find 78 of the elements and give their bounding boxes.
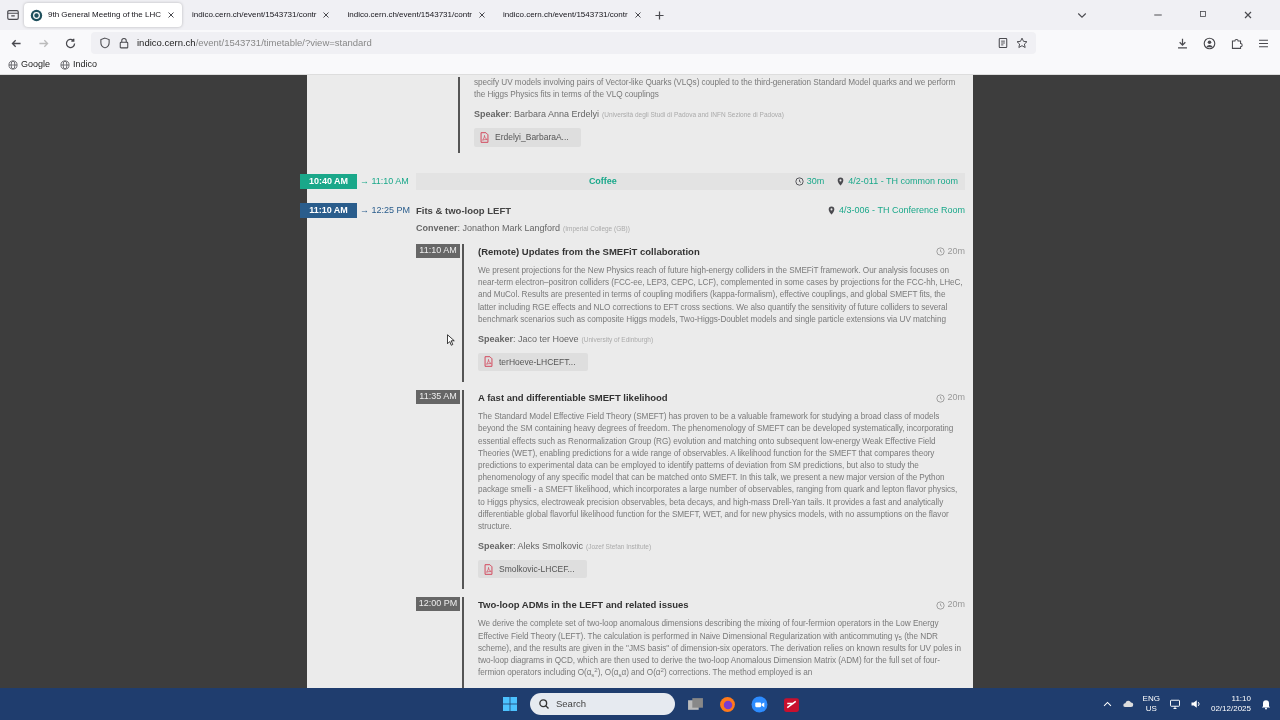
break-title: Coffee xyxy=(587,175,618,189)
bookmark-link[interactable]: Indico xyxy=(60,58,98,72)
bookmark-star-icon[interactable] xyxy=(1016,37,1028,49)
contribution-title-link[interactable]: Two-loop ADMs in the LEFT and related issues xyxy=(478,598,689,613)
speaker-text: Speaker: Aleks Smolkovic xyxy=(478,540,584,554)
bookmark-link[interactable]: Google xyxy=(8,58,51,72)
clock-icon xyxy=(936,600,946,610)
session-title: Fits & two-loop LEFT xyxy=(416,203,512,218)
mouse-cursor-icon xyxy=(446,334,458,346)
pdf-file-icon xyxy=(479,131,490,143)
close-tab-icon[interactable] xyxy=(632,10,643,20)
volume-icon[interactable] xyxy=(1189,698,1202,710)
pdf-app-icon[interactable] xyxy=(782,695,800,713)
location-pin-icon xyxy=(836,177,846,187)
browser-tab[interactable]: indico.cern.ch/event/1543731/contr xyxy=(341,3,493,27)
location-text: 4/2-011 - TH common room xyxy=(848,175,958,189)
taskbar-search-field[interactable]: Search xyxy=(530,693,675,715)
lock-icon[interactable] xyxy=(118,37,130,49)
speaker-text: Convener: Jonathon Mark Langford xyxy=(416,222,561,236)
address-bar[interactable]: indico.cern.ch/event/1543731/timetable/?view=standard xyxy=(91,32,1036,54)
end-time-text: → 12:25 PM xyxy=(360,204,411,218)
search-icon xyxy=(538,698,550,710)
description-text: We present projections for the New Physics reach of future high-energy colliders in the SMEFiT framework. Our analysis focuses on near-term electron–positron colliders (FCC-ee, LEP3, CEPC, LCF), complemented in some cases by projections for the FCC-hh, LHeC, and MuCol. Results are presented in terms of coupling modifiers (kappa-formalism), effective couplings, and global SMEFT fits, the latter including RGE effects and NLO corrections to EFT cross sections. We also quantify the sensitivity of future colliders to several benchmark scenarios such as composite Higgs models, Two-Higgs-Doublet models and single particle extensions via UV matching xyxy=(478,265,964,326)
contribution-title-link[interactable]: A fast and differentiable SMEFT likelihood xyxy=(478,390,668,406)
close-window-icon[interactable] xyxy=(1242,9,1254,21)
clock-icon xyxy=(794,177,804,187)
description-text: We derive the complete set of two-loop anomalous dimensions describing the mixing of four-fermion operators in the Low Energy Effective Field Theory (LEFT). The calculation is performed in Naive Dimensional Regularization with anticommuting γ$_{5}$ (the NDR scheme), and the results are given in the "JMS basis" of dimension-six operators. The derivation relies on known results for UV poles in two-loop diagrams in QCD, which are then used to derive the two-loop Anomalous Dimension Matrix (ADM) for the full set of four-fermion operators including O(α$_{s}$$^{2}$), O(α$_{s}$α) and O(α$^{2}$) corrections. The method employed is an xyxy=(478,618,963,680)
attachment-link[interactable]: Smolkovic-LHCEF... xyxy=(478,559,587,579)
close-tab-icon[interactable] xyxy=(321,10,332,20)
site-favicon-icon xyxy=(30,8,43,22)
attachment-link[interactable]: terHoeve-LHCEFT... xyxy=(478,352,588,372)
browser-tab[interactable]: indico.cern.ch/event/1543731/contr xyxy=(185,3,338,27)
speaker-text: Speaker: Barbara Anna Erdelyi xyxy=(474,108,600,122)
globe-icon xyxy=(60,60,71,70)
language-indicator[interactable]: ENG US xyxy=(1142,694,1160,714)
time-label: 11:10 AM xyxy=(416,243,460,258)
location-text: 4/3-006 - TH Conference Room xyxy=(839,204,965,218)
start-time-label: 11:10 AM xyxy=(300,203,357,219)
globe-icon xyxy=(8,60,18,70)
duration-text: 20m xyxy=(947,245,965,259)
tab-list-icon[interactable] xyxy=(6,8,20,22)
network-icon[interactable] xyxy=(1168,698,1181,710)
description-text: specify UV models involving pairs of Vector-like Quarks (VLQs) coupled to the third-generation Standard Model quarks and we perform the Higgs Physics fits in terms of the VLQ couplings xyxy=(474,77,957,102)
task-view-icon[interactable] xyxy=(686,695,704,713)
browser-tab[interactable]: 9th General Meeting of the LHC xyxy=(24,3,182,27)
speaker-text: Speaker: Jaco ter Hoeve xyxy=(478,333,579,347)
location-pin-icon xyxy=(827,206,837,216)
pdf-file-icon xyxy=(483,356,494,368)
reload-icon[interactable] xyxy=(64,36,77,50)
cloud-icon[interactable] xyxy=(1121,698,1134,710)
account-icon[interactable] xyxy=(1203,36,1216,50)
download-icon[interactable] xyxy=(1176,36,1189,50)
clock-icon xyxy=(936,247,946,257)
duration-text: 20m xyxy=(947,391,965,405)
end-time-text: → 11:10 AM xyxy=(360,175,409,189)
maximize-icon[interactable] xyxy=(1198,9,1208,19)
time-label: 11:35 AM xyxy=(416,389,460,404)
duration-text: 20m xyxy=(947,598,965,612)
description-text: The Standard Model Effective Field Theory (SMEFT) has proven to be a valuable framework for studying a broad class of models beyond the SM containing heavy degrees of freedom. The phenomenology of SMEFT can be developed systematically, incorporating essential effects such as Renormalization Group (RG) evolution and matching onto subsequent low-energy Weak Effective Field Theories (WET), enabling predictions for a wide range of observables. A likelihood function for the SMEFT that compares theory predictions to experimental data can be employed to identify patterns of deviation from SM predictions, but also to study the phenomenology of any specific model that can be matched onto SMEFT. In this talk, we present a new major version of the Python package smelli - a SMEFT likelihood, which incorporates a large number of observables, ranging from quark and lepton flavor physics, to Higgs physics, electroweak precision observables, beta decays, and high-mass Drell-Yan tails. It provides a fast and analytically differentiable global flavorful likelihood function for the SMEFT, WET, and for new physics models, with no assumptions on the flavor structure. xyxy=(478,411,959,533)
pdf-file-icon xyxy=(483,563,494,575)
new-tab-icon[interactable] xyxy=(652,8,666,22)
browser-app-icon[interactable] xyxy=(718,695,736,713)
shield-icon[interactable] xyxy=(99,37,111,49)
contribution-title-link[interactable]: (Remote) Updates from the SMEFiT collaboration xyxy=(478,244,700,260)
clock-display[interactable]: 11:10 02/12/2025 xyxy=(1210,694,1251,714)
browser-tab[interactable]: indico.cern.ch/event/1543731/contr xyxy=(497,3,649,27)
attachment-link[interactable]: Erdelyi_BarbaraA... xyxy=(474,127,581,147)
close-tab-icon[interactable] xyxy=(165,10,176,20)
video-app-icon[interactable] xyxy=(750,695,768,713)
duration-text: 30m xyxy=(806,175,825,189)
notification-icon[interactable] xyxy=(1260,698,1272,710)
start-time-label: 10:40 AM xyxy=(300,174,357,190)
extensions-icon[interactable] xyxy=(1230,36,1243,50)
close-tab-icon[interactable] xyxy=(477,10,487,20)
reader-view-icon[interactable] xyxy=(997,37,1009,49)
time-label: 12:00 PM xyxy=(416,597,460,612)
clock-icon xyxy=(936,393,946,403)
windows-logo-icon xyxy=(502,696,518,712)
